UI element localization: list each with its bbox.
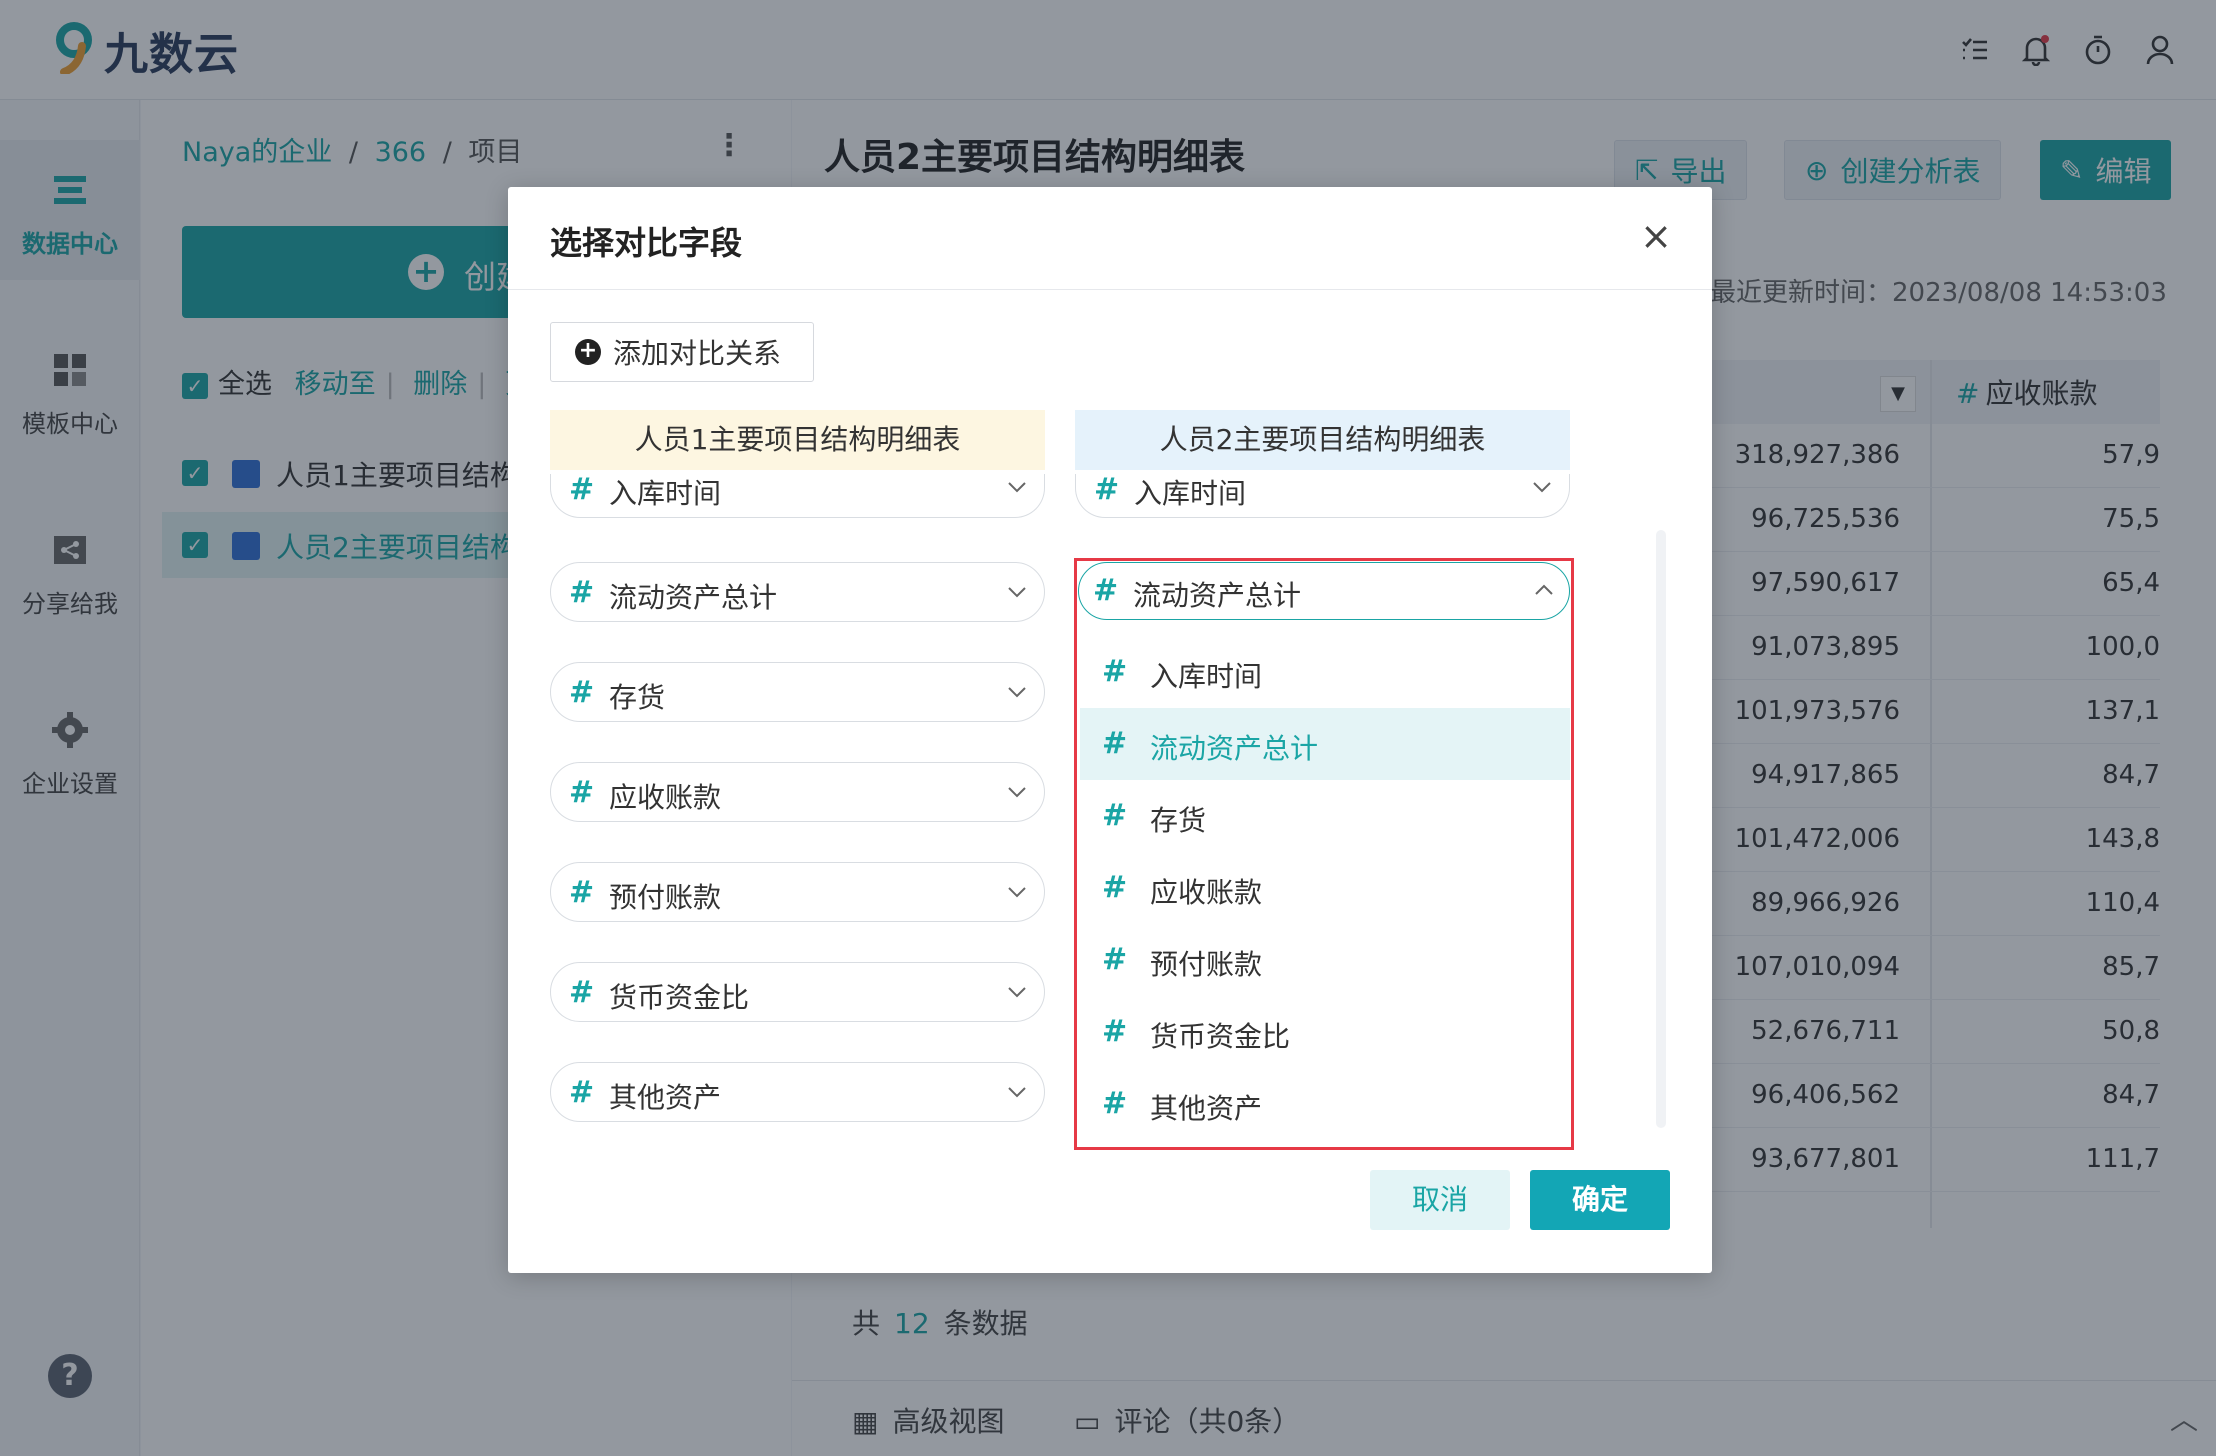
divider — [508, 289, 1712, 290]
close-icon[interactable]: × — [1636, 217, 1676, 258]
table2-column-header: 人员2主要项目结构明细表 — [1075, 410, 1570, 470]
right-field-select[interactable]: # 入库时间 — [1075, 472, 1570, 518]
left-field-select[interactable]: # 货币资金比 — [550, 962, 1045, 1022]
number-field-icon: # — [569, 775, 595, 810]
left-field-select[interactable]: # 预付账款 — [550, 862, 1045, 922]
confirm-button[interactable]: 确定 — [1530, 1170, 1670, 1230]
chevron-down-icon — [1008, 587, 1026, 598]
chevron-down-icon — [1008, 987, 1026, 998]
number-field-icon: # — [569, 675, 595, 710]
number-field-icon: # — [569, 975, 595, 1010]
number-field-icon: # — [569, 575, 595, 610]
select-value: 货币资金比 — [609, 981, 750, 1014]
chevron-down-icon — [1008, 482, 1026, 493]
select-value: 入库时间 — [1134, 477, 1247, 510]
left-field-select[interactable]: # 应收账款 — [550, 762, 1045, 822]
add-relation-button[interactable]: + 添加对比关系 — [550, 322, 814, 382]
chevron-down-icon — [1008, 787, 1026, 798]
left-field-select[interactable]: # 流动资产总计 — [550, 562, 1045, 622]
cancel-button[interactable]: 取消 — [1370, 1170, 1510, 1230]
chevron-down-icon — [1008, 1087, 1026, 1098]
select-value: 预付账款 — [609, 881, 722, 914]
add-relation-label: 添加对比关系 — [613, 337, 782, 370]
select-value: 其他资产 — [609, 1081, 722, 1114]
number-field-icon: # — [569, 1075, 595, 1110]
select-value: 流动资产总计 — [609, 581, 778, 614]
plus-circle-icon: + — [575, 339, 601, 365]
scrollbar[interactable] — [1656, 530, 1666, 1128]
select-value: 入库时间 — [609, 477, 722, 510]
table1-column-header: 人员1主要项目结构明细表 — [550, 410, 1045, 470]
highlight-box — [1074, 558, 1574, 1150]
chevron-down-icon — [1008, 887, 1026, 898]
number-field-icon: # — [569, 472, 595, 507]
left-field-select[interactable]: # 入库时间 — [550, 472, 1045, 518]
left-field-select[interactable]: # 其他资产 — [550, 1062, 1045, 1122]
number-field-icon: # — [1094, 472, 1120, 507]
chevron-down-icon — [1533, 482, 1551, 493]
dialog-title: 选择对比字段 — [550, 224, 743, 262]
select-value: 存货 — [609, 681, 666, 714]
select-value: 应收账款 — [609, 781, 722, 814]
number-field-icon: # — [569, 875, 595, 910]
chevron-down-icon — [1008, 687, 1026, 698]
left-field-select[interactable]: # 存货 — [550, 662, 1045, 722]
